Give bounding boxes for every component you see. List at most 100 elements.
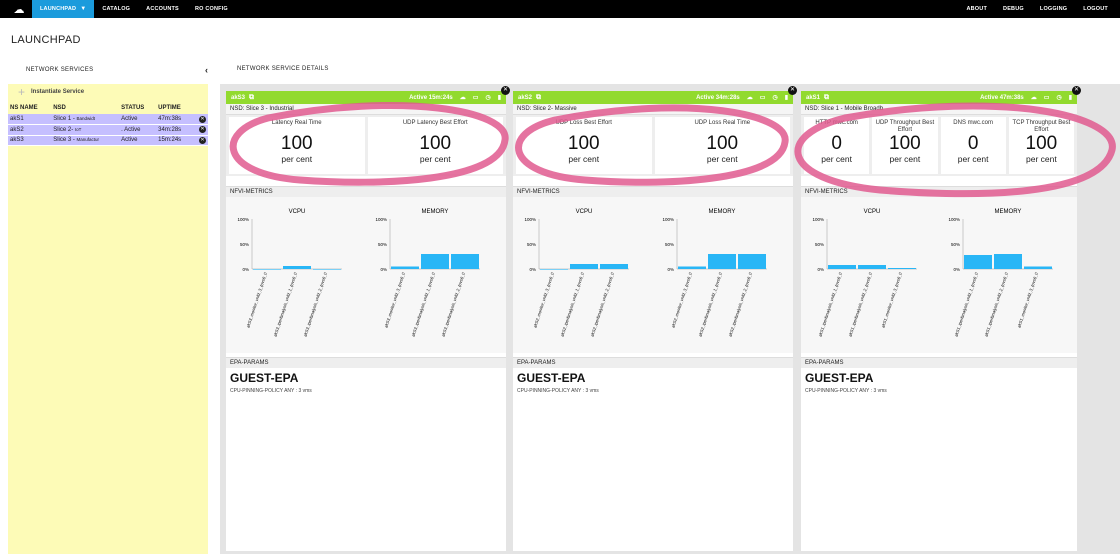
tick-label: 100% xyxy=(812,217,824,222)
nav-catalog[interactable]: CATALOG xyxy=(94,0,138,18)
kpi-tile: Latency Real Time 100 per cent xyxy=(229,117,365,174)
category-label: akS3_iperfanalysis_vnfd_1_(ovs6_0 xyxy=(272,271,298,337)
clock-icon[interactable]: ◷ xyxy=(772,94,777,101)
chart-bar[interactable] xyxy=(738,254,766,269)
card-ns-name[interactable]: akS3 xyxy=(231,95,245,101)
category-label: akS1_monitor_vnfd_3_(ovs6_0 xyxy=(1016,271,1039,328)
close-icon[interactable]: ✕ xyxy=(199,115,206,123)
clock-icon[interactable]: ◷ xyxy=(1056,94,1061,101)
kpi-name: UDP Latency Best Effort xyxy=(402,120,468,126)
vcpu-chart: VCPU 100% 50% 0% akS2_monitor_vnfd_3_(ovs6_0… xyxy=(515,203,653,353)
cloud-logo-icon[interactable]: ☁ xyxy=(6,0,32,18)
chart-bar[interactable] xyxy=(994,254,1022,269)
table-row[interactable]: akS3 Slice 3 - Manufactur Active 15m:24s… xyxy=(8,135,208,146)
open-external-icon[interactable]: ⧉ xyxy=(249,94,254,102)
nav-ro-config[interactable]: RO CONFIG xyxy=(187,0,236,18)
clock-icon[interactable]: ◷ xyxy=(485,94,490,101)
guest-epa-title: GUEST-EPA xyxy=(805,371,874,385)
nsd-cell: Slice 2- IoT xyxy=(51,124,120,136)
nav-accounts[interactable]: ACCOUNTS xyxy=(138,0,187,18)
tick-label: 50% xyxy=(951,242,960,247)
chart-bar[interactable] xyxy=(540,269,568,270)
close-icon[interactable]: ✕ xyxy=(199,136,206,144)
chart-bar[interactable] xyxy=(283,266,311,269)
guest-epa-title: GUEST-EPA xyxy=(517,371,586,385)
tick-label: 0% xyxy=(529,267,536,272)
nav-debug[interactable]: DEBUG xyxy=(995,0,1032,18)
cloud-icon[interactable]: ☁ xyxy=(747,94,753,101)
chart-title: MEMORY xyxy=(709,209,736,215)
category-label: akS1_iperfanalysis_vnfd_2_(ovs6_0 xyxy=(847,271,873,337)
kpi-name: UDP Loss Real Time xyxy=(694,120,751,126)
chart-bar[interactable] xyxy=(828,265,856,269)
monitor-icon[interactable]: ▭ xyxy=(1044,94,1050,101)
chart-bar[interactable] xyxy=(421,254,449,269)
kpi-name: UDP Throughput Best Effort xyxy=(875,120,935,133)
close-card-icon[interactable]: ✕ xyxy=(788,86,797,95)
chart-bar[interactable] xyxy=(888,268,916,269)
nav-launchpad[interactable]: LAUNCHPAD ▼ xyxy=(32,0,95,18)
memory-chart: MEMORY 100% 50% 0% akS1_iperfanalysis_vnfd_1… xyxy=(939,203,1075,353)
bar-chart: MEMORY 100% 50% 0%akS1_iperfanalysis_vnfd_1… xyxy=(948,209,1053,337)
cpu-pinning-policy: CPU-PINNING-POLICY ANY : 3 vms xyxy=(805,388,887,394)
chart-bar[interactable] xyxy=(313,269,341,270)
ns-name-cell: akS2 xyxy=(8,124,52,136)
nfvi-metrics-title: NFVI-METRICS xyxy=(226,186,506,197)
close-card-icon[interactable]: ✕ xyxy=(501,86,510,95)
ns-table: NS NAME NSD STATUS UPTIME akS1 Slice 1 -… xyxy=(8,102,208,146)
close-card-icon[interactable]: ✕ xyxy=(1072,86,1081,95)
category-label: akS2_iperfanalysis_vnfd_1_(ovs6_0 xyxy=(697,271,723,337)
epa-params-title: EPA-PARAMS xyxy=(801,357,1077,368)
epa-params-title: EPA-PARAMS xyxy=(226,357,506,368)
cloud-icon[interactable]: ☁ xyxy=(1031,94,1037,101)
chart-title: VCPU xyxy=(289,209,306,215)
category-label: akS3_iperfanalysis_vnfd_2_(ovs6_0 xyxy=(302,271,328,337)
metrics-charts: VCPU 100% 50% 0% akS3_monitor_vnfd_3_(ovs6_0… xyxy=(226,197,506,353)
chart-bar[interactable] xyxy=(600,264,628,269)
nav-about[interactable]: ABOUT xyxy=(958,0,995,18)
tick-label: 100% xyxy=(237,217,249,222)
close-icon[interactable]: ✕ xyxy=(199,126,206,134)
chart-bar[interactable] xyxy=(451,254,479,269)
chevron-down-icon[interactable]: ▼ xyxy=(80,0,86,18)
collapse-left-icon[interactable]: ‹ xyxy=(205,65,208,75)
trash-icon[interactable]: ▮ xyxy=(785,94,788,101)
chart-bar[interactable] xyxy=(678,266,706,270)
trash-icon[interactable]: ▮ xyxy=(1069,94,1072,101)
kpi-unit: per cent xyxy=(821,154,852,164)
open-external-icon[interactable]: ⧉ xyxy=(536,94,541,102)
bar-chart: VCPU 100% 50% 0%akS1_iperfanalysis_vnfd_1_(… xyxy=(812,209,917,337)
kpi-value: 100 xyxy=(419,133,452,154)
chart-bar[interactable] xyxy=(253,269,281,270)
category-label: akS2_monitor_vnfd_3_(ovs6_0 xyxy=(670,271,693,328)
chart-bar[interactable] xyxy=(1024,266,1052,270)
chart-bar[interactable] xyxy=(858,265,886,269)
card-ns-name[interactable]: akS2 xyxy=(518,95,532,101)
card-status: Active 47m:38s xyxy=(980,94,1024,101)
instantiate-service-button[interactable]: + Instantiate Service xyxy=(8,84,208,100)
monitor-icon[interactable]: ▭ xyxy=(760,94,766,101)
nav-logging[interactable]: LOGGING xyxy=(1032,0,1075,18)
metrics-charts: VCPU 100% 50% 0% akS1_iperfanalysis_vnfd_1_(… xyxy=(801,197,1077,353)
card-ns-name[interactable]: akS1 xyxy=(806,95,820,101)
open-external-icon[interactable]: ⧉ xyxy=(824,94,829,102)
chart-bar[interactable] xyxy=(964,255,992,269)
cloud-icon[interactable]: ☁ xyxy=(460,94,466,101)
chart-bar[interactable] xyxy=(391,266,419,270)
uptime-cell: 34m:28s xyxy=(156,124,193,136)
plus-icon: + xyxy=(18,85,26,99)
table-row[interactable]: akS1 Slice 1 - Bandwidt Active 47m:38s ✕ xyxy=(8,114,208,125)
nav-logout[interactable]: LOGOUT xyxy=(1075,0,1116,18)
category-label: akS1_iperfanalysis_vnfd_1_(ovs6_0 xyxy=(953,271,979,337)
kpi-value: 100 xyxy=(889,133,921,154)
chart-bar[interactable] xyxy=(708,254,736,269)
tick-label: 50% xyxy=(527,242,536,247)
table-row[interactable]: akS2 Slice 2- IoT . Active 34m:28s ✕ xyxy=(8,124,208,136)
nav-launchpad-label: LAUNCHPAD xyxy=(40,6,77,12)
service-card-aks2: akS2 ⧉ Active 34m:28s ☁ ▭ ◷ ▮ ✕ NSD: Slice 2- Ma… xyxy=(513,86,797,551)
monitor-icon[interactable]: ▭ xyxy=(473,94,479,101)
kpi-unit: per cent xyxy=(706,154,738,164)
nfvi-metrics-title: NFVI-METRICS xyxy=(513,186,793,197)
trash-icon[interactable]: ▮ xyxy=(498,94,501,101)
chart-bar[interactable] xyxy=(570,264,598,269)
